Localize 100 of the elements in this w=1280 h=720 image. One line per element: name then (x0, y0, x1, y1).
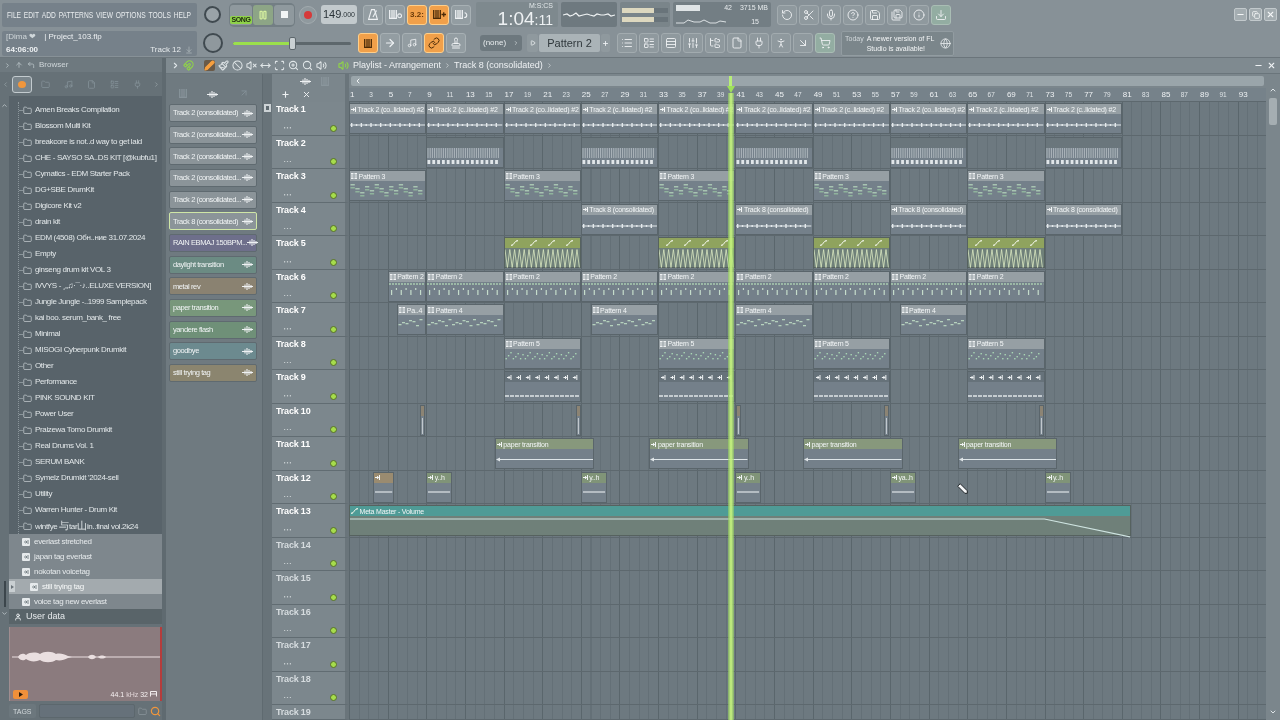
sample-item[interactable]: voice tag new everlast (9, 594, 162, 609)
audio-clip[interactable] (373, 471, 395, 503)
folder-item[interactable]: Blossom Multi Kit (19, 118, 162, 134)
pattern-prev-button[interactable] (527, 34, 538, 52)
audio-clip[interactable] (884, 404, 889, 436)
enable-led[interactable] (330, 526, 337, 534)
toggle-button[interactable] (380, 33, 400, 53)
menu-item[interactable]: ADD (41, 9, 56, 20)
audio-clip[interactable] (1038, 404, 1044, 436)
menu-item[interactable]: VIEW (95, 9, 113, 20)
audio-clip[interactable] (735, 404, 741, 436)
track-header[interactable]: Track 18 (272, 671, 349, 705)
add-pattern-button[interactable] (601, 34, 610, 52)
track-header[interactable]: Track 8 (272, 336, 349, 370)
folder-item[interactable]: SERUM BANK (19, 454, 162, 470)
folder-item[interactable]: wintfye 与tar山in..final vol.2k24 (19, 518, 162, 534)
folder-item[interactable]: Power User (19, 406, 162, 422)
collapse-button[interactable] (264, 104, 271, 112)
enable-led[interactable] (330, 660, 337, 668)
toggle-button[interactable] (446, 33, 466, 53)
toggle-button[interactable] (363, 4, 383, 25)
minimize-button[interactable] (1234, 8, 1247, 21)
toggle-button[interactable] (358, 33, 378, 53)
tool-button[interactable] (246, 60, 257, 71)
track-header[interactable]: Track 1 (272, 102, 349, 136)
audio-clip[interactable] (580, 136, 659, 168)
folder-item[interactable]: EDM (4508) Обн..ние 31.07.2024 (19, 230, 162, 246)
toolbar-button[interactable] (771, 33, 791, 53)
track-header[interactable]: Track 11 (272, 437, 349, 471)
audio-clip[interactable] (1044, 136, 1122, 168)
toggle-button[interactable] (451, 4, 471, 25)
folder-item[interactable]: drain kit (19, 214, 162, 230)
close-button[interactable] (1264, 8, 1277, 21)
enable-led[interactable] (330, 627, 337, 634)
toolbar-button[interactable] (887, 4, 907, 25)
folder-item[interactable]: MISOGI Cyberpunk Drumkit (19, 342, 162, 358)
enable-led[interactable] (330, 292, 337, 299)
menu-item[interactable]: FILE (7, 9, 22, 20)
toggle-button[interactable] (402, 33, 422, 53)
folder-item[interactable]: Real Drums Vol. 1 (19, 438, 162, 454)
sample-item[interactable]: japan tag everlast (9, 549, 162, 564)
enable-led[interactable] (330, 493, 337, 500)
folder-item[interactable]: PINK SOUND KIT (19, 390, 162, 406)
track-header[interactable]: Track 17 (272, 638, 349, 672)
track-header[interactable]: Track 3 (272, 169, 349, 203)
knob[interactable] (204, 6, 221, 23)
folder-item[interactable]: Jungle Jungle -..1999 Samplepack (19, 294, 162, 310)
enable-led[interactable] (330, 258, 337, 266)
audio-clip[interactable] (426, 136, 504, 168)
toolbar-button[interactable] (821, 4, 841, 25)
scroll-down-icon[interactable] (1269, 708, 1277, 716)
track-header[interactable]: Track 14 (272, 537, 349, 571)
toolbar-button[interactable] (705, 33, 725, 53)
toolbar-button[interactable] (843, 4, 863, 25)
tool-button[interactable] (316, 60, 327, 71)
playhead[interactable] (726, 76, 735, 720)
tool-button[interactable] (204, 60, 215, 71)
automation-clip[interactable] (503, 237, 581, 268)
automation-clip[interactable] (967, 237, 1045, 268)
folder-item[interactable]: Amen Breaks Compilation (19, 102, 162, 118)
close-icon[interactable] (1267, 61, 1276, 70)
track-header[interactable]: Track 4 (272, 202, 349, 236)
automation-clip[interactable] (658, 237, 736, 268)
plus-icon[interactable] (281, 90, 290, 99)
toolbar-button[interactable] (727, 33, 747, 53)
sample-item[interactable]: still trying tag (9, 579, 162, 594)
enable-led[interactable] (330, 325, 337, 333)
restore-button[interactable] (1249, 8, 1262, 21)
toolbar-button[interactable] (749, 33, 769, 53)
enable-led[interactable] (330, 191, 337, 199)
toolbar-button[interactable] (777, 4, 797, 25)
enable-led[interactable] (330, 560, 337, 567)
toolbar-button[interactable] (683, 33, 703, 53)
menu-item[interactable]: PATTERNS (58, 9, 94, 20)
menu-item[interactable]: HELP (173, 9, 192, 20)
folder-item[interactable]: Other (19, 358, 162, 374)
toggle-button[interactable] (429, 4, 449, 25)
breadcrumb[interactable]: Track 8 (consolidated) (454, 61, 543, 70)
chevron-right-icon[interactable] (171, 61, 180, 70)
tool-button[interactable] (274, 60, 285, 71)
track-header[interactable]: Track 7 (272, 303, 349, 337)
folder-item[interactable]: Digicore Kit v2 (19, 198, 162, 214)
magnet-icon[interactable] (183, 60, 194, 71)
track-header[interactable]: Track 15 (272, 571, 349, 605)
knob[interactable] (203, 33, 223, 53)
folder-item[interactable]: Empty (19, 246, 162, 262)
track-header[interactable]: Track 10 (272, 403, 349, 437)
folder-item[interactable]: Utility (19, 486, 162, 502)
search-icon[interactable] (149, 705, 161, 717)
track-header[interactable]: Track 16 (272, 604, 349, 638)
mixer-track-dropdown[interactable]: (none) (480, 35, 522, 51)
browser-tab[interactable] (12, 75, 32, 93)
toolbar-button[interactable] (639, 33, 659, 53)
pattern-selector[interactable]: Pattern 2 (539, 34, 600, 52)
overview-scrollbar[interactable] (351, 76, 1264, 86)
toggle-button[interactable] (385, 4, 405, 25)
track-header[interactable]: Track 19 (272, 705, 349, 720)
folder-item[interactable]: IVVYS - ¸„♫·¯·♪..ELUXE VERSION] (19, 278, 162, 294)
folder-item[interactable]: Praizewa Tomo Drumkit (19, 422, 162, 438)
toggle-button[interactable]: 3.2: (407, 4, 427, 25)
